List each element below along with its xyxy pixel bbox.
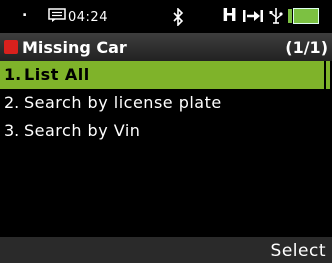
menu-item-search-license-plate[interactable]: 2. Search by license plate <box>0 89 324 117</box>
menu-item-search-vin[interactable]: 3. Search by Vin <box>0 117 324 145</box>
menu-list: 1. List All 2. Search by license plate 3… <box>0 61 332 237</box>
battery-icon <box>288 8 324 25</box>
softkey-bar: Select <box>0 237 332 263</box>
message-icon <box>48 8 66 22</box>
page-count: (1/1) <box>285 38 328 57</box>
menu-item-list-all[interactable]: 1. List All <box>0 61 324 89</box>
menu-item-number: 3. <box>4 121 20 140</box>
menu-item-label: Search by license plate <box>24 93 222 112</box>
data-transfer-icon <box>243 10 263 22</box>
menu-item-number: 2. <box>4 93 20 112</box>
bluetooth-icon <box>173 8 184 26</box>
menu-item-number: 1. <box>4 65 22 84</box>
status-bar: . 04:24 H <box>0 0 332 33</box>
title-bar: Missing Car (1/1) <box>0 33 332 61</box>
network-type-indicator: H <box>222 5 238 26</box>
page-title: Missing Car <box>22 38 127 57</box>
usb-icon <box>269 8 283 24</box>
status-dot: . <box>22 4 28 20</box>
select-softkey[interactable]: Select <box>271 241 326 261</box>
scrollbar[interactable] <box>326 61 330 89</box>
menu-item-label: List All <box>24 65 90 84</box>
status-time: 04:24 <box>68 10 108 25</box>
app-icon <box>4 40 18 54</box>
menu-item-label: Search by Vin <box>24 121 141 140</box>
